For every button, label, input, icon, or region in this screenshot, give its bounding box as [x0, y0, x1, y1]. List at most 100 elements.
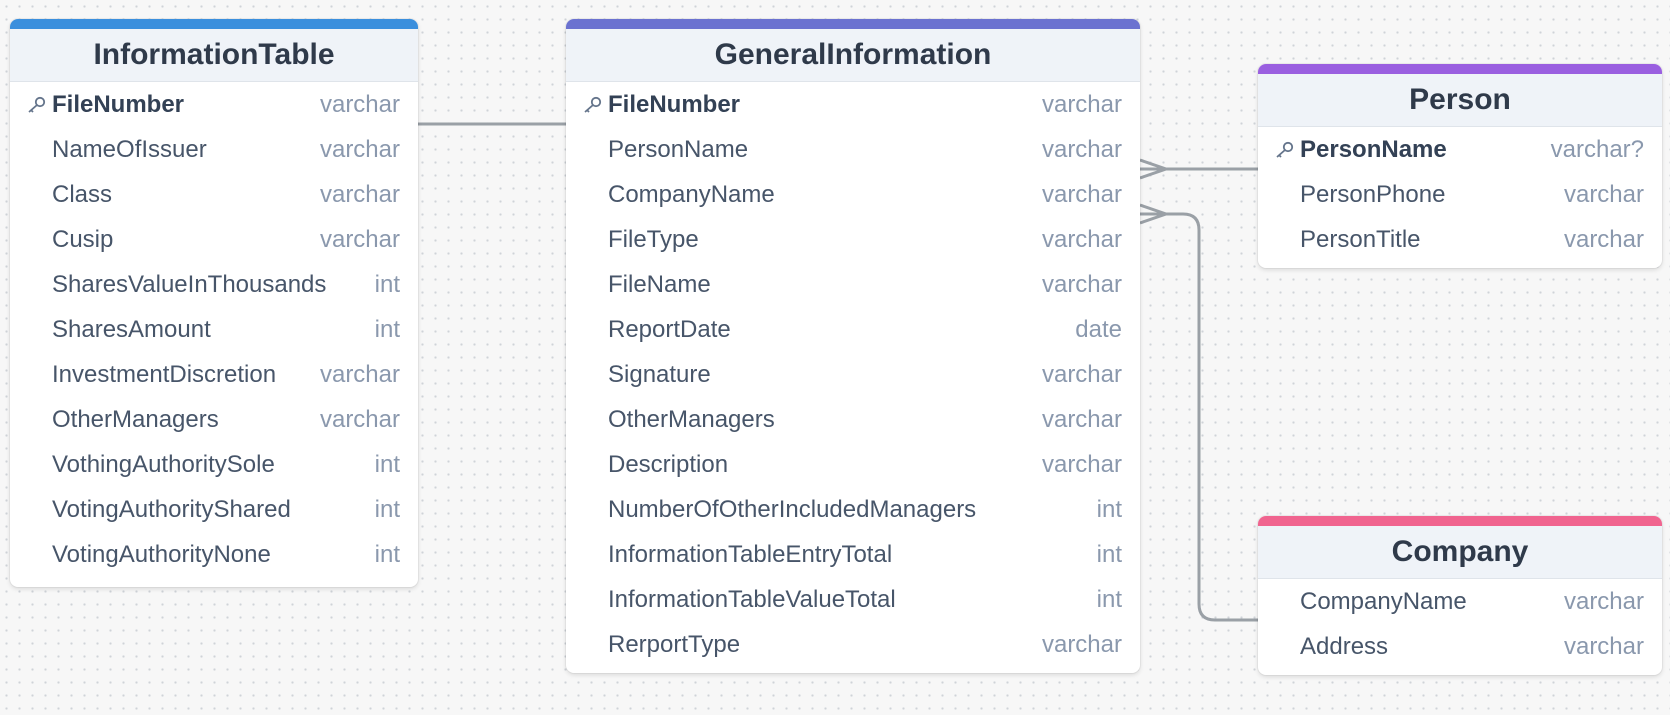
- field-name: InformationTableEntryTotal: [608, 540, 893, 568]
- table-accent-bar: [1258, 516, 1662, 526]
- table-general-information[interactable]: GeneralInformation FileNumber varchar Pe…: [566, 19, 1140, 673]
- field-type: date: [1075, 315, 1122, 343]
- field-type: varchar: [1041, 270, 1122, 298]
- field-row[interactable]: VotingAuthorityShared int: [10, 487, 418, 532]
- field-name: Cusip: [52, 225, 114, 253]
- field-row[interactable]: FileNumber varchar: [10, 82, 418, 127]
- field-type: varchar: [1041, 360, 1122, 388]
- field-name: Signature: [608, 360, 711, 388]
- field-type: varchar: [319, 405, 400, 433]
- field-name: CompanyName: [1300, 587, 1467, 615]
- field-row[interactable]: VothingAuthoritySole int: [10, 442, 418, 487]
- field-name: InvestmentDiscretion: [52, 360, 277, 388]
- field-name: Description: [608, 450, 729, 478]
- field-type: varchar: [1041, 405, 1122, 433]
- field-type: int: [1096, 495, 1122, 523]
- field-row[interactable]: VotingAuthorityNone int: [10, 532, 418, 577]
- field-name: PersonName: [608, 135, 749, 163]
- field-type: int: [374, 495, 400, 523]
- field-type: varchar: [1563, 180, 1644, 208]
- table-title[interactable]: Company: [1258, 526, 1662, 579]
- field-row[interactable]: CompanyName varchar: [1258, 579, 1662, 624]
- field-type: varchar: [319, 225, 400, 253]
- field-type: int: [1096, 540, 1122, 568]
- field-row[interactable]: InformationTableEntryTotal int: [566, 532, 1140, 577]
- table-footer-space: [566, 667, 1140, 673]
- field-row[interactable]: Signature varchar: [566, 352, 1140, 397]
- field-type: int: [1096, 585, 1122, 613]
- field-name: NumberOfOtherIncludedManagers: [608, 495, 977, 523]
- table-footer-space: [10, 577, 418, 587]
- field-type: varchar: [1563, 587, 1644, 615]
- field-type: int: [374, 315, 400, 343]
- field-row[interactable]: Address varchar: [1258, 624, 1662, 669]
- field-type: varchar: [1041, 180, 1122, 208]
- field-type: varchar: [1563, 225, 1644, 253]
- field-name: NameOfIssuer: [52, 135, 207, 163]
- field-name: ReportDate: [608, 315, 731, 343]
- field-type: varchar: [1041, 225, 1122, 253]
- field-type: int: [374, 540, 400, 568]
- field-name: FileNumber: [52, 90, 185, 118]
- field-name: InformationTableValueTotal: [608, 585, 896, 613]
- field-row[interactable]: RerportType varchar: [566, 622, 1140, 667]
- table-company[interactable]: Company CompanyName varchar Address varcha…: [1258, 516, 1662, 675]
- field-row[interactable]: Cusip varchar: [10, 217, 418, 262]
- field-name: SharesAmount: [52, 315, 211, 343]
- field-name: Class: [52, 180, 113, 208]
- field-name: RerportType: [608, 630, 741, 658]
- key-icon: [584, 96, 602, 113]
- field-name: PersonName: [1300, 135, 1447, 163]
- field-name: FileName: [608, 270, 711, 298]
- field-row[interactable]: NameOfIssuer varchar: [10, 127, 418, 172]
- table-information-table[interactable]: InformationTable FileNumber varchar Name…: [10, 19, 418, 587]
- table-title[interactable]: GeneralInformation: [566, 29, 1140, 82]
- field-type: varchar: [1041, 135, 1122, 163]
- table-accent-bar: [1258, 64, 1662, 74]
- field-row[interactable]: FileType varchar: [566, 217, 1140, 262]
- field-row[interactable]: OtherManagers varchar: [566, 397, 1140, 442]
- field-type: varchar: [1041, 450, 1122, 478]
- field-row[interactable]: ReportDate date: [566, 307, 1140, 352]
- field-row[interactable]: PersonTitle varchar: [1258, 217, 1662, 262]
- field-type: varchar: [319, 90, 400, 118]
- field-row[interactable]: InformationTableValueTotal int: [566, 577, 1140, 622]
- field-row[interactable]: PersonPhone varchar: [1258, 172, 1662, 217]
- table-footer-space: [1258, 262, 1662, 268]
- field-row[interactable]: FileName varchar: [566, 262, 1140, 307]
- field-name: PersonPhone: [1300, 180, 1446, 208]
- table-footer-space: [1258, 669, 1662, 675]
- field-name: OtherManagers: [608, 405, 775, 433]
- field-row[interactable]: SharesValueInThousands int: [10, 262, 418, 307]
- table-title[interactable]: InformationTable: [10, 29, 418, 82]
- field-row[interactable]: FileNumber varchar: [566, 82, 1140, 127]
- field-row[interactable]: Description varchar: [566, 442, 1140, 487]
- field-row[interactable]: PersonName varchar: [566, 127, 1140, 172]
- field-row[interactable]: InvestmentDiscretion varchar: [10, 352, 418, 397]
- field-name: PersonTitle: [1300, 225, 1421, 253]
- field-type: int: [374, 270, 400, 298]
- field-name: FileType: [608, 225, 699, 253]
- field-row[interactable]: PersonName varchar?: [1258, 127, 1662, 172]
- field-name: OtherManagers: [52, 405, 219, 433]
- field-type: varchar: [319, 360, 400, 388]
- field-type: varchar: [1041, 630, 1122, 658]
- table-title[interactable]: Person: [1258, 74, 1662, 127]
- field-row[interactable]: OtherManagers varchar: [10, 397, 418, 442]
- field-name: SharesValueInThousands: [52, 270, 327, 298]
- relation-company-generalinformation[interactable]: [1140, 212, 1258, 622]
- field-row[interactable]: NumberOfOtherIncludedManagers int: [566, 487, 1140, 532]
- field-type: int: [374, 450, 400, 478]
- field-name: VotingAuthorityNone: [52, 540, 271, 568]
- table-accent-bar: [566, 19, 1140, 29]
- field-row[interactable]: CompanyName varchar: [566, 172, 1140, 217]
- field-name: VotingAuthorityShared: [52, 495, 291, 523]
- field-row[interactable]: Class varchar: [10, 172, 418, 217]
- field-name: CompanyName: [608, 180, 775, 208]
- table-person[interactable]: Person PersonName varchar? PersonPhone va…: [1258, 64, 1662, 268]
- field-name: VothingAuthoritySole: [52, 450, 275, 478]
- field-row[interactable]: SharesAmount int: [10, 307, 418, 352]
- field-type: varchar?: [1550, 135, 1644, 163]
- field-type: varchar: [1563, 632, 1644, 660]
- key-icon: [28, 96, 46, 113]
